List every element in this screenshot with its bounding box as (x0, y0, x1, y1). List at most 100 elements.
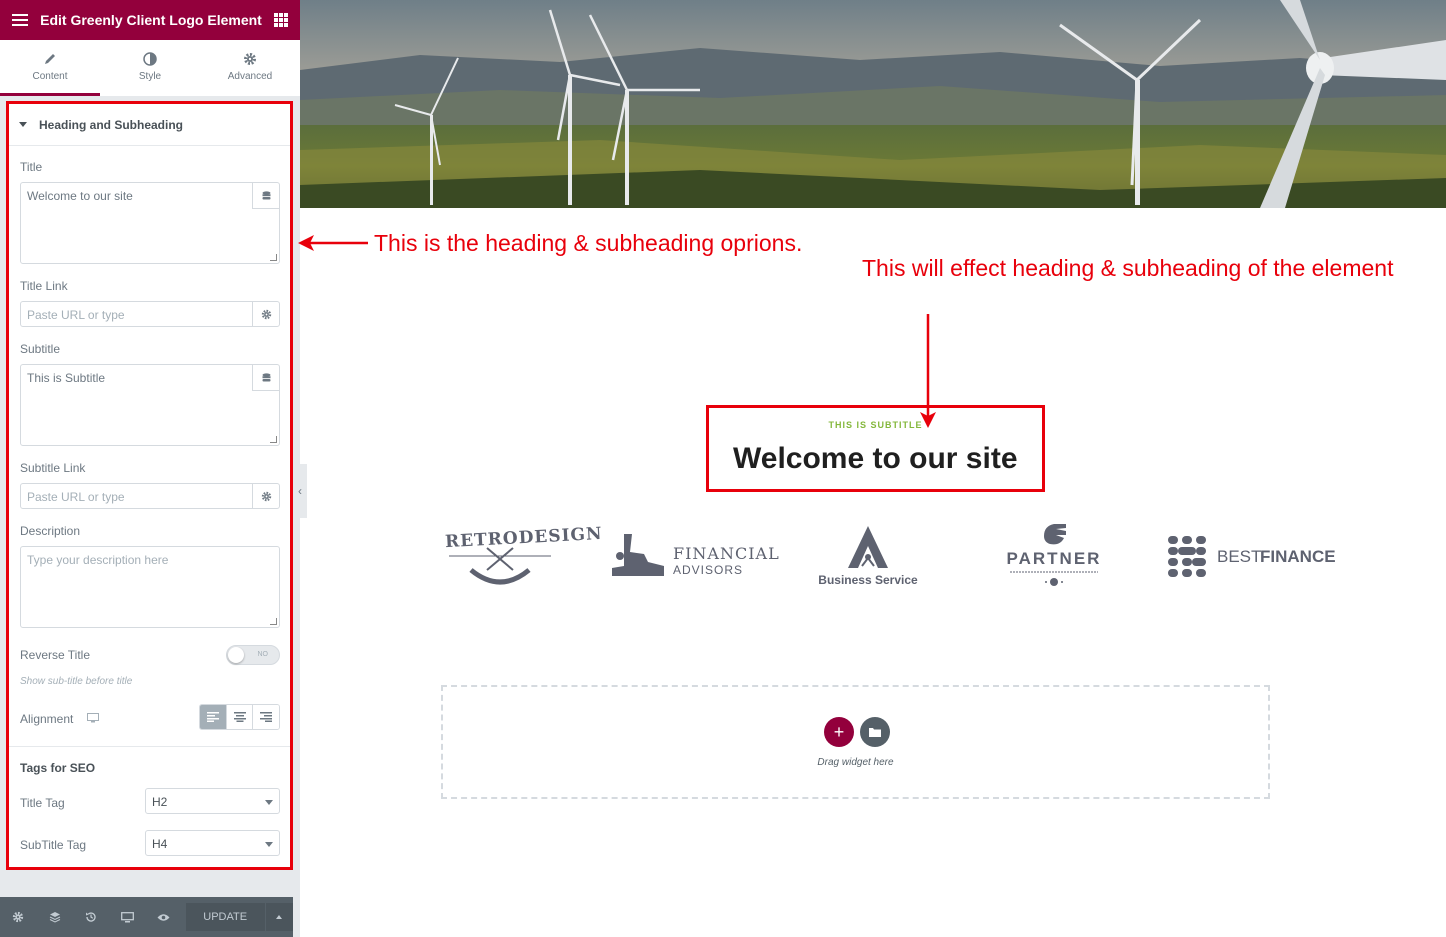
desktop-icon (120, 911, 134, 922)
heading-subheading-section: Heading and Subheading Title Welcome to … (6, 101, 293, 870)
description-label: Description (20, 524, 81, 538)
gear-icon (13, 911, 24, 923)
editor-panel: Edit Greenly Client Logo Element Content… (0, 0, 300, 937)
toggle-text: NO (257, 651, 269, 658)
tab-style[interactable]: Style (100, 40, 200, 96)
financial-advisors-logo: FINANCIAL ADVISORS (610, 532, 779, 580)
empty-section-drop-zone[interactable]: + Drag widget here (441, 685, 1270, 799)
gear-icon (244, 53, 256, 65)
alignment-buttons (199, 704, 280, 730)
caret-down-icon (19, 122, 27, 127)
desktop-icon[interactable] (87, 713, 99, 723)
panel-tabs: Content Style Advanced (0, 40, 300, 96)
subtitle-tag-label: SubTitle Tag (20, 838, 87, 852)
half-circle-icon (143, 52, 157, 66)
title-link-input[interactable]: Paste URL or type (20, 301, 280, 327)
align-center-button[interactable] (225, 705, 253, 729)
database-icon (262, 190, 270, 199)
best-finance-logo: BEST FINANCE (1166, 534, 1336, 578)
align-left-button[interactable] (200, 705, 226, 729)
subtitle-tag-select[interactable]: H4 (145, 830, 280, 856)
section-title: Heading and Subheading (39, 117, 184, 132)
save-options-button[interactable] (265, 903, 294, 931)
title-tag-select[interactable]: H2 (145, 788, 280, 814)
reverse-title-toggle[interactable]: NO (226, 645, 280, 665)
toggle-knob (228, 647, 244, 663)
drag-widget-hint: Drag widget here (817, 757, 894, 768)
hero-wind-turbines-image (300, 0, 1446, 208)
annotation-arrow-left (298, 235, 368, 251)
layers-icon (49, 912, 60, 923)
link-options-button[interactable] (252, 484, 279, 508)
description-textarea[interactable]: Type your description here (20, 546, 280, 628)
responsive-mode-button[interactable] (109, 897, 145, 937)
panel-title: Edit Greenly Client Logo Element (40, 12, 262, 28)
chevron-down-icon (265, 842, 273, 847)
preview-title: Welcome to our site (733, 442, 1018, 475)
subtitle-tag-value: H4 (152, 837, 168, 851)
panel-header: Edit Greenly Client Logo Element (0, 0, 300, 40)
title-tag-label: Title Tag (20, 796, 65, 810)
reverse-title-label: Reverse Title (20, 648, 91, 662)
history-button[interactable] (73, 897, 109, 937)
section-header[interactable]: Heading and Subheading (9, 104, 290, 146)
settings-button[interactable] (0, 897, 36, 937)
title-value: Welcome to our site (27, 189, 133, 203)
plus-icon: + (833, 721, 845, 742)
title-textarea[interactable]: Welcome to our site (20, 182, 280, 264)
annotation-left-note: This is the heading & subheading oprions… (374, 230, 803, 256)
title-link-label: Title Link (20, 279, 68, 293)
tab-content-label: Content (32, 70, 68, 82)
description-placeholder: Type your description here (27, 553, 169, 567)
caret-up-icon (276, 915, 283, 919)
title-link-placeholder: Paste URL or type (27, 308, 125, 322)
subtitle-link-input[interactable]: Paste URL or type (20, 483, 280, 509)
align-center-icon (233, 712, 246, 722)
seo-heading: Tags for SEO (20, 761, 96, 775)
subtitle-label: Subtitle (20, 342, 61, 356)
navigator-button[interactable] (36, 897, 72, 937)
panel-footer: UPDATE (0, 897, 294, 937)
add-template-button[interactable] (860, 717, 890, 747)
align-left-icon (206, 712, 219, 722)
gear-icon (261, 491, 271, 501)
partner-logo: PARTNER (1000, 522, 1108, 590)
partner-text: PARTNER (1006, 549, 1102, 568)
update-button[interactable]: UPDATE (185, 903, 265, 931)
menu-icon[interactable] (12, 14, 28, 26)
best-text: BEST (1217, 547, 1262, 566)
align-right-icon (260, 712, 273, 722)
heading-preview-box[interactable]: THIS IS SUBTITLE Welcome to our site (706, 405, 1045, 492)
align-right-button[interactable] (252, 705, 279, 729)
subtitle-textarea[interactable]: This is Subtitle (20, 364, 280, 446)
tab-content[interactable]: Content (0, 40, 100, 96)
resize-handle[interactable] (270, 618, 277, 625)
dynamic-tags-button[interactable] (252, 183, 279, 209)
folder-icon (869, 728, 881, 737)
preview-subtitle: THIS IS SUBTITLE (828, 420, 923, 430)
tab-advanced-label: Advanced (227, 71, 273, 82)
database-icon (262, 372, 270, 381)
dynamic-tags-button[interactable] (252, 365, 279, 391)
link-options-button[interactable] (252, 302, 279, 326)
eye-icon (157, 913, 170, 921)
divider (9, 746, 290, 747)
reverse-title-hint: Show sub-title before title (20, 676, 133, 687)
annotation-right-note: This will effect heading & subheading of… (862, 255, 1394, 281)
gear-icon (261, 309, 271, 319)
advisors-text: ADVISORS (673, 563, 744, 577)
chevron-down-icon (265, 800, 273, 805)
resize-handle[interactable] (270, 254, 277, 261)
resize-handle[interactable] (270, 436, 277, 443)
preview-button[interactable] (146, 897, 182, 937)
widgets-grid-icon[interactable] (274, 13, 288, 27)
history-icon (85, 912, 96, 922)
subtitle-link-label: Subtitle Link (20, 461, 86, 475)
collapse-panel-button[interactable]: ‹ (293, 464, 307, 518)
pencil-icon (45, 53, 55, 64)
alignment-label: Alignment (20, 712, 74, 726)
subtitle-link-placeholder: Paste URL or type (27, 490, 125, 504)
tab-advanced[interactable]: Advanced (200, 40, 300, 96)
add-section-button[interactable]: + (824, 717, 854, 747)
title-tag-value: H2 (152, 795, 168, 809)
